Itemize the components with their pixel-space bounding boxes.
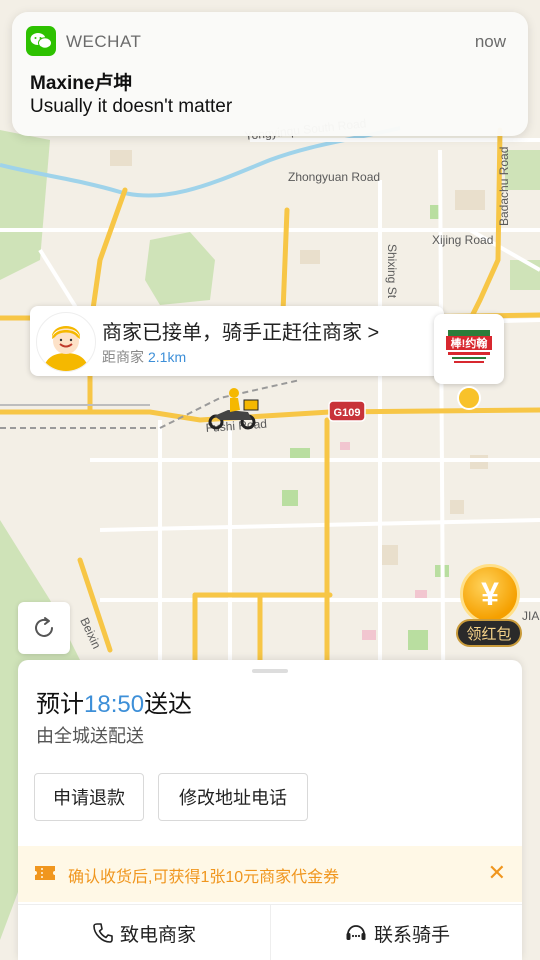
- rider-status-text: 商家已接单，骑手正赶往商家 >: [102, 322, 380, 344]
- edit-address-button[interactable]: 修改地址电话: [158, 773, 308, 821]
- eta-time: 18:50: [84, 691, 145, 718]
- refresh-button[interactable]: [18, 602, 70, 654]
- notification-app-name: WECHAT: [66, 32, 142, 51]
- g109-label: G109: [334, 407, 361, 419]
- headset-icon: [346, 925, 366, 940]
- road-label-shixing: Shixing St: [385, 244, 399, 299]
- coupon-banner[interactable]: 确认收货后,可获得1张10元商家代金券 ✕: [18, 846, 522, 902]
- coupon-icon: [35, 866, 55, 880]
- eta-suffix: 送达: [144, 691, 193, 718]
- rider-status-bubble[interactable]: 商家已接单，骑手正赶往商家 > 距商家 2.1km: [30, 306, 444, 376]
- road-label-xijing: Xijing Road: [432, 233, 493, 247]
- merchant-logo-icon: 棒!约翰: [446, 330, 492, 363]
- phone-icon: [93, 923, 113, 943]
- notification-body: Usually it doesn't matter: [30, 96, 233, 117]
- call-merchant-label: 致电商家: [119, 924, 196, 946]
- wechat-icon: [26, 26, 56, 56]
- rider-avatar: [36, 312, 96, 372]
- call-merchant-button[interactable]: 致电商家: [18, 905, 270, 960]
- eta-prefix: 预计: [36, 691, 84, 718]
- notification-title: Maxine卢坤: [30, 73, 133, 94]
- contact-rider-label: 联系骑手: [373, 924, 450, 946]
- drag-handle[interactable]: [252, 669, 288, 673]
- refresh-icon: [35, 617, 53, 637]
- eta-text: 预计18:50送达: [36, 684, 192, 719]
- delivery-provider: 由全城送配送: [36, 726, 144, 746]
- red-packet-label: 领红包: [456, 619, 522, 647]
- rider-distance-label: 距商家: [102, 349, 144, 365]
- merchant-logo-text: 棒!约翰: [451, 336, 488, 350]
- merchant-marker[interactable]: 棒!约翰: [434, 314, 504, 384]
- request-refund-button[interactable]: 申请退款: [34, 773, 144, 821]
- wechat-notification[interactable]: WECHAT now Maxine卢坤 Usually it doesn't m…: [12, 12, 528, 136]
- rider-distance: 距商家 2.1km: [102, 347, 186, 367]
- merchant-location-pin: [457, 386, 481, 410]
- rider-distance-value: 2.1km: [148, 349, 187, 365]
- order-card: 预计18:50送达 由全城送配送 申请退款 修改地址电话 确认收货后,可获得1张…: [18, 660, 522, 960]
- close-icon[interactable]: ✕: [488, 860, 506, 886]
- road-label-zhongyuan: Zhongyuan Road: [288, 170, 380, 184]
- coupon-text: 确认收货后,可获得1张10元商家代金券: [68, 869, 340, 886]
- coin-icon: ¥: [460, 564, 520, 624]
- rider-scooter-icon: [204, 384, 268, 432]
- road-label-badachu: Badachu Road: [497, 147, 511, 226]
- red-packet-button[interactable]: ¥ 领红包: [456, 564, 526, 650]
- notification-time: now: [474, 32, 506, 51]
- action-row: 致电商家 联系骑手: [18, 904, 522, 960]
- contact-rider-button[interactable]: 联系骑手: [270, 905, 522, 960]
